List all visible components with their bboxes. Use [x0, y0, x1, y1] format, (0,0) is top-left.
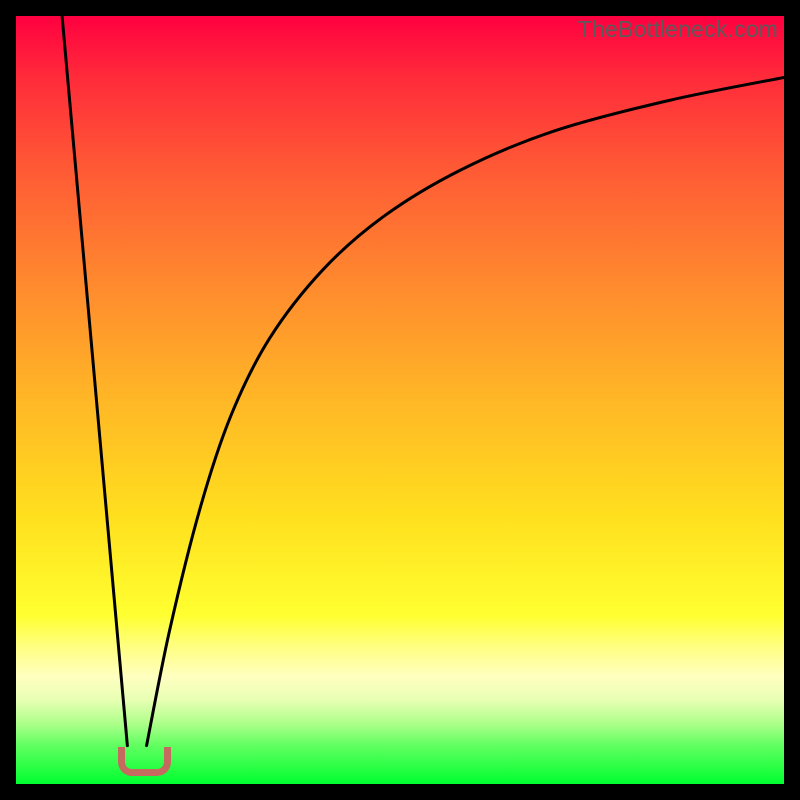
right-branch-path	[147, 77, 784, 745]
min-marker	[118, 747, 170, 776]
left-branch-path	[62, 16, 127, 746]
curve-layer	[16, 16, 784, 784]
chart-frame: TheBottleneck.com	[0, 0, 800, 800]
plot-area: TheBottleneck.com	[16, 16, 784, 784]
